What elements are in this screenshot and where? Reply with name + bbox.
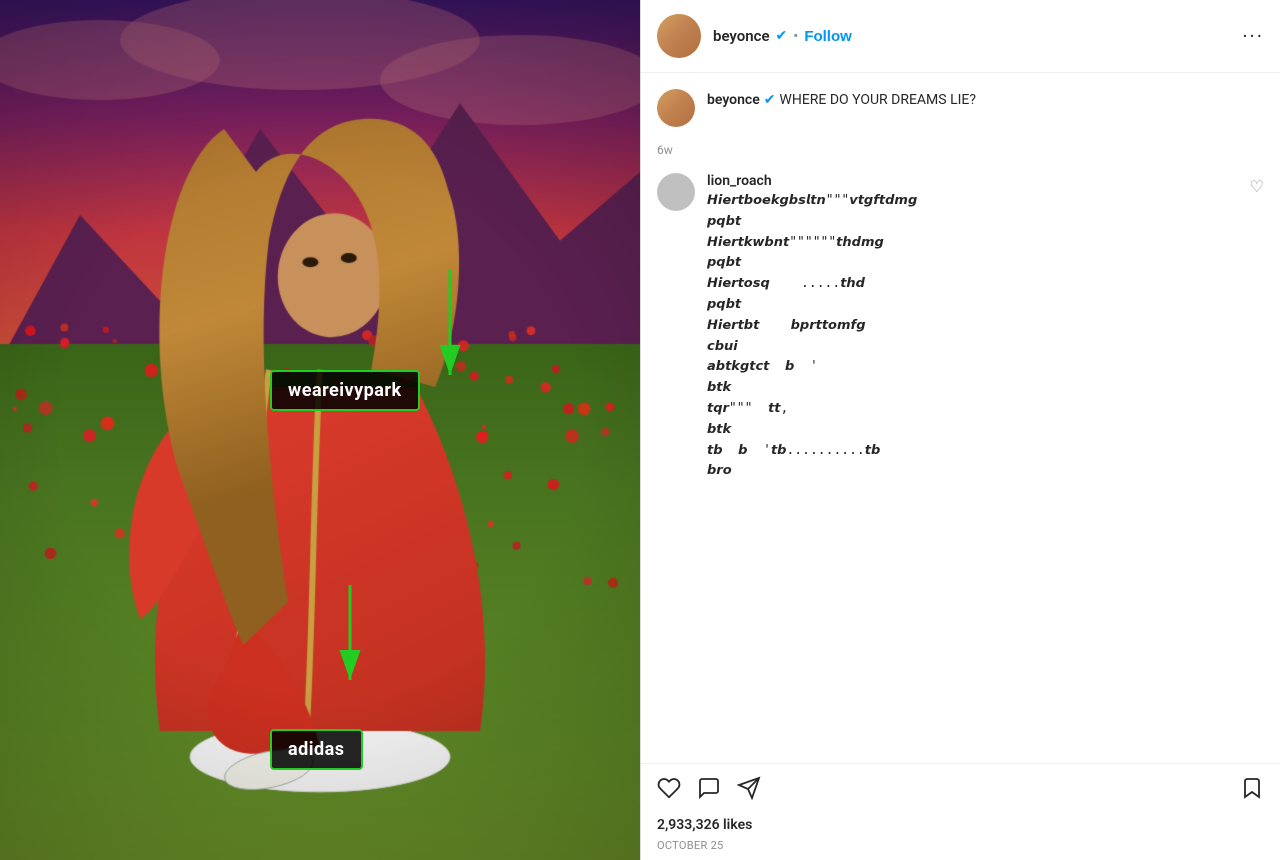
likes-count: 2,933,326 likes <box>657 817 1264 833</box>
caption-row: beyonce ✔ WHERE DO YOUR DREAMS LIE? <box>657 89 1264 127</box>
bookmark-icon <box>1240 776 1264 800</box>
header-username[interactable]: beyonce <box>713 27 770 45</box>
caption-username[interactable]: beyonce <box>707 92 760 108</box>
commenter-username[interactable]: lion_roach <box>707 173 1238 189</box>
comment-heart-button[interactable]: ♡ <box>1250 177 1264 196</box>
post-image: weareivypark adidas <box>0 0 640 860</box>
post-date: OCTOBER 25 <box>657 839 1264 852</box>
heart-icon <box>657 776 681 800</box>
share-button[interactable] <box>737 776 761 807</box>
caption-verified-icon: ✔ <box>764 92 776 108</box>
comment-button[interactable] <box>697 776 721 807</box>
comments-section: beyonce ✔ WHERE DO YOUR DREAMS LIE? 6w l… <box>641 73 1280 763</box>
caption-timestamp: 6w <box>657 143 1264 157</box>
bookmark-button[interactable] <box>1240 776 1264 807</box>
caption-avatar <box>657 89 695 127</box>
comment-body: lion_roach 𝙃𝙞𝙚𝙧𝙩𝙗𝙤𝙚𝙠𝙜𝙗𝙨𝙡𝙩𝙣"""𝙫𝙩𝙜𝙛𝙩𝙙𝙢𝙜 𝙥𝙦… <box>707 173 1238 482</box>
follow-button[interactable]: Follow <box>804 28 852 45</box>
like-button[interactable] <box>657 776 681 807</box>
comment-text: 𝙃𝙞𝙚𝙧𝙩𝙗𝙤𝙚𝙠𝙜𝙗𝙨𝙡𝙩𝙣"""𝙫𝙩𝙜𝙛𝙩𝙙𝙢𝙜 𝙥𝙦𝙗𝙩 𝙃𝙞𝙚𝙧𝙩𝙠𝙬𝙗… <box>707 191 1238 482</box>
commenter-avatar <box>657 173 695 211</box>
action-icons <box>657 776 1264 807</box>
more-options-button[interactable]: ··· <box>1242 24 1264 48</box>
caption-content: WHERE DO YOUR DREAMS LIE? <box>779 92 976 108</box>
caption-text: beyonce ✔ WHERE DO YOUR DREAMS LIE? <box>707 89 1264 111</box>
actions-bar: 2,933,326 likes OCTOBER 25 <box>641 763 1280 860</box>
avatar-image <box>657 14 701 58</box>
header-info: beyonce ✔ • Follow <box>713 27 1234 45</box>
share-icon <box>737 776 761 800</box>
avatar <box>657 14 701 58</box>
verified-icon: ✔ <box>776 28 788 44</box>
post-header: beyonce ✔ • Follow ··· <box>641 0 1280 73</box>
comment-icon <box>697 776 721 800</box>
dot-separator: • <box>793 27 798 45</box>
right-panel: beyonce ✔ • Follow ··· beyonce ✔ WHERE D… <box>640 0 1280 860</box>
comment-row: lion_roach 𝙃𝙞𝙚𝙧𝙩𝙗𝙤𝙚𝙠𝙜𝙗𝙨𝙡𝙩𝙣"""𝙫𝙩𝙜𝙛𝙩𝙙𝙢𝙜 𝙥𝙦… <box>657 173 1264 482</box>
